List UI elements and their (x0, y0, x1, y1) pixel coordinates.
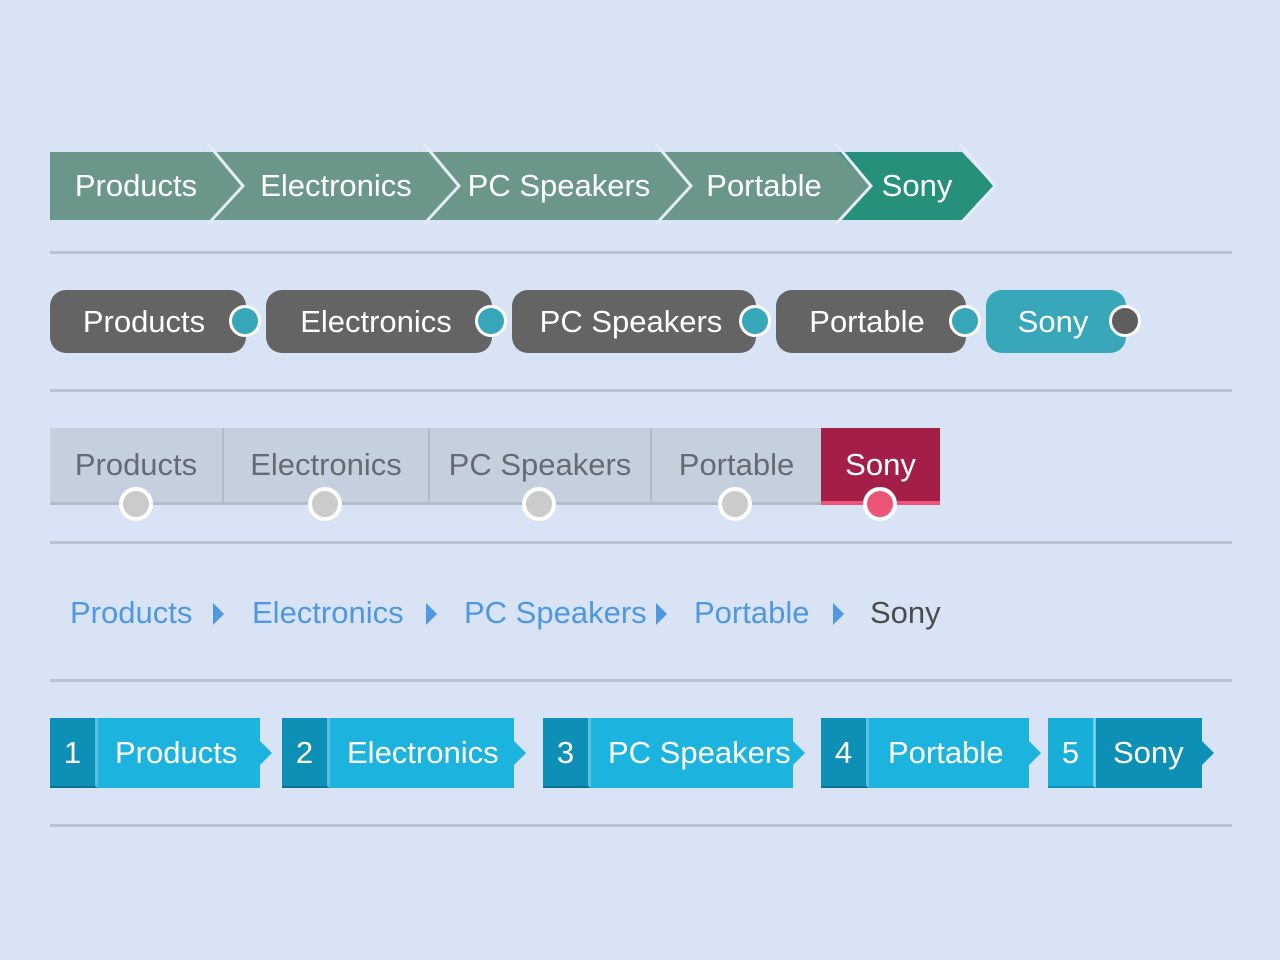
caret-right-icon (213, 603, 224, 625)
divider-1 (50, 251, 1232, 254)
pill-dot-3 (739, 305, 771, 337)
caret-right-icon (833, 603, 844, 625)
step-number-badge: 5 (1048, 718, 1096, 788)
numbered-crumb-label: PC Speakers (608, 735, 791, 770)
arrow-crumb-1-label: Products (75, 168, 197, 203)
arrow-breadcrumb-graphic: Products Electronics PC Speakers Portabl… (50, 143, 997, 226)
pill-dot-5 (1109, 305, 1141, 337)
arrow-crumb-4-label: Portable (706, 168, 821, 203)
divider-5 (50, 824, 1232, 827)
tab-crumb-label: Products (74, 447, 198, 482)
divider-2 (50, 389, 1232, 392)
divider-4 (50, 679, 1232, 682)
numbered-crumb-label: Sony (1113, 735, 1184, 770)
numbered-crumb-pc-speakers[interactable]: 3 PC Speakers (543, 718, 807, 788)
numbered-crumb-label: Portable (888, 735, 1004, 770)
text-crumb-electronics[interactable]: Electronics (252, 588, 404, 638)
numbered-breadcrumb: 1 Products 2 Electronics 3 PC Speakers 4… (50, 718, 1230, 790)
text-crumb-products[interactable]: Products (70, 588, 192, 638)
text-crumb-portable[interactable]: Portable (694, 588, 809, 638)
step-number-badge: 2 (282, 718, 330, 788)
pill-dot-1 (229, 305, 261, 337)
text-crumb-pc-speakers[interactable]: PC Speakers (464, 588, 647, 638)
pill-dot-4 (949, 305, 981, 337)
tab-crumb-electronics[interactable]: Electronics (222, 428, 428, 521)
pill-crumb-label: PC Speakers (539, 304, 723, 339)
step-number-badge: 3 (543, 718, 591, 788)
arrow-crumb-5-label: Sony (882, 168, 953, 203)
tab-crumb-label: Sony (845, 447, 916, 482)
text-crumb-current: Sony (870, 595, 941, 630)
tab-dot-3 (522, 487, 556, 521)
tab-crumb-products[interactable]: Products (50, 428, 222, 521)
step-number-badge: 1 (50, 718, 98, 788)
numbered-crumb-label: Products (115, 735, 238, 770)
tab-dot-2 (308, 487, 342, 521)
pill-crumb-label: Portable (809, 304, 925, 339)
numbered-crumb-products[interactable]: 1 Products (50, 718, 274, 788)
arrow-crumb-2-label: Electronics (260, 168, 412, 203)
arrow-breadcrumb: Products Electronics PC Speakers Portabl… (50, 143, 1010, 226)
tab-crumb-label: Portable (678, 447, 795, 482)
pill-crumb-electronics[interactable]: Electronics (266, 290, 492, 353)
pill-dot-2 (475, 305, 507, 337)
tab-crumb-pc-speakers[interactable]: PC Speakers (428, 428, 650, 521)
numbered-crumb-label: Electronics (347, 735, 499, 770)
numbered-crumb-sony[interactable]: 5 Sony (1048, 718, 1216, 788)
caret-right-icon (426, 603, 437, 625)
pill-breadcrumb: Products Electronics PC Speakers Portabl… (50, 290, 1180, 354)
text-breadcrumb: Products Electronics PC Speakers Portabl… (50, 588, 1000, 638)
tab-dot-1 (119, 487, 153, 521)
numbered-crumb-portable[interactable]: 4 Portable (821, 718, 1043, 788)
numbered-crumb-electronics[interactable]: 2 Electronics (282, 718, 528, 788)
tab-dot-5 (863, 487, 897, 521)
tab-crumb-portable[interactable]: Portable (650, 428, 821, 521)
pill-crumb-portable[interactable]: Portable (776, 290, 966, 353)
tab-dot-4 (718, 487, 752, 521)
divider-3 (50, 541, 1232, 544)
tab-crumb-label: PC Speakers (448, 447, 632, 482)
tab-breadcrumb: Products Electronics PC Speakers Portabl… (50, 428, 950, 528)
pill-crumb-label: Electronics (300, 304, 452, 339)
tab-crumb-label: Electronics (250, 447, 402, 482)
pill-crumb-pc-speakers[interactable]: PC Speakers (512, 290, 756, 353)
step-number-badge: 4 (821, 718, 869, 788)
pill-crumb-label: Products (82, 304, 206, 339)
pill-crumb-label: Sony (1017, 304, 1089, 339)
pill-crumb-sony[interactable]: Sony (986, 290, 1126, 353)
arrow-crumb-3-label: PC Speakers (468, 168, 651, 203)
tab-crumb-sony[interactable]: Sony (821, 428, 940, 521)
pill-crumb-products[interactable]: Products (50, 290, 246, 353)
caret-right-icon (656, 603, 667, 625)
